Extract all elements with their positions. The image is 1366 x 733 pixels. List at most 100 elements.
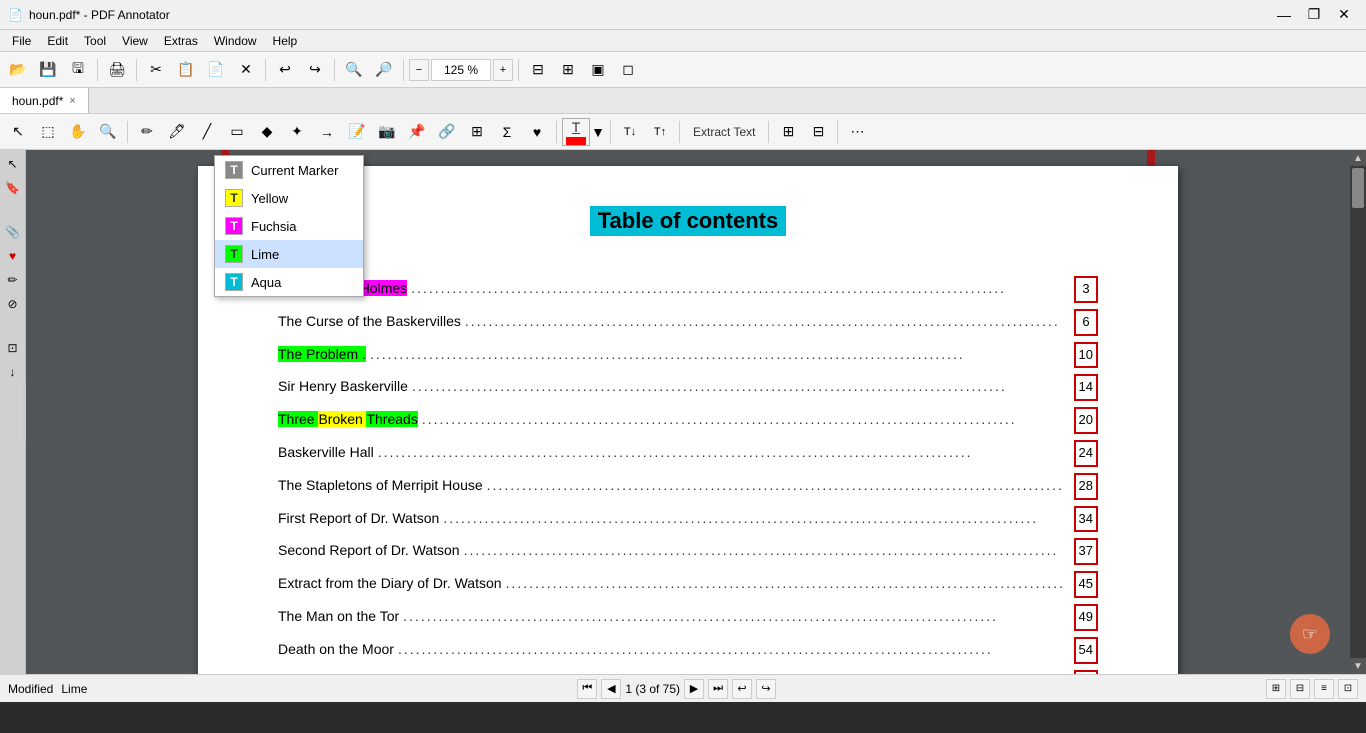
text-size-btn2[interactable]: T↑ <box>646 118 674 146</box>
cut-button[interactable]: ✂ <box>142 56 170 84</box>
sep-a2 <box>556 121 557 143</box>
dropdown-item-yellow[interactable]: T Yellow <box>215 184 363 212</box>
sep1 <box>97 59 98 81</box>
dropdown-item-aqua[interactable]: T Aqua <box>215 268 363 296</box>
delete-button[interactable]: ✕ <box>232 56 260 84</box>
nav-first[interactable]: ⏮ <box>577 679 597 699</box>
select-tool[interactable]: ↖ <box>4 118 32 146</box>
save-button[interactable]: 💾 <box>34 56 62 84</box>
sidebar-pen[interactable]: ✏ <box>3 270 23 290</box>
zoom-plus-button[interactable]: + <box>493 59 513 81</box>
hand-cursor-btn[interactable]: ☞ <box>1290 614 1330 654</box>
link-tool[interactable]: 🔗 <box>433 118 461 146</box>
rect-tool[interactable]: ▭ <box>223 118 251 146</box>
sidebar-note[interactable]: 📎 <box>3 222 23 242</box>
pin-tool[interactable]: 📌 <box>403 118 431 146</box>
stamp-tool[interactable]: ✦ <box>283 118 311 146</box>
nav-prev[interactable]: ◀ <box>601 679 621 699</box>
scroll-down[interactable]: ▼ <box>1350 658 1366 674</box>
tab-houn[interactable]: houn.pdf* × <box>0 88 89 113</box>
toc-entry-title: Death on the Moor <box>278 638 394 660</box>
view4-button[interactable]: ◻ <box>614 56 642 84</box>
toc-entry-title: Second Report of Dr. Watson <box>278 539 460 561</box>
titlebar: 📄 houn.pdf* - PDF Annotator — ❐ ✕ <box>0 0 1366 30</box>
nav-forward[interactable]: ↪ <box>756 679 776 699</box>
menu-view[interactable]: View <box>114 32 156 50</box>
toc-page: 59 <box>1068 670 1098 674</box>
menu-edit[interactable]: Edit <box>39 32 76 50</box>
color-dropdown-btn[interactable]: ▼ <box>591 118 605 146</box>
toc-dots: ........................................… <box>464 539 1064 562</box>
sidebar-arrow[interactable]: ↓ <box>3 362 23 382</box>
dropdown-item-current-marker[interactable]: T Current Marker <box>215 156 363 184</box>
sidebar-stamp[interactable]: ⊡ <box>3 338 23 358</box>
select2-tool[interactable]: ⬚ <box>34 118 62 146</box>
text-size-btn[interactable]: T↓ <box>616 118 644 146</box>
menu-help[interactable]: Help <box>265 32 306 50</box>
view2-button[interactable]: ⊞ <box>554 56 582 84</box>
save-alt-button[interactable]: 🖫 <box>64 56 92 84</box>
pen-tool[interactable]: ✏ <box>133 118 161 146</box>
heart-tool[interactable]: ♥ <box>523 118 551 146</box>
scroll-tool[interactable]: ✋ <box>64 118 92 146</box>
view-btn-2[interactable]: ⊟ <box>1290 679 1310 699</box>
more-btn[interactable]: ⋯ <box>843 118 871 146</box>
zoom-input[interactable]: 125 % <box>431 59 491 81</box>
tab-close[interactable]: × <box>69 95 75 107</box>
textbox-tool[interactable]: ⊞ <box>463 118 491 146</box>
sidebar-cursor[interactable]: ↖ <box>3 154 23 174</box>
scroll-thumb[interactable] <box>1352 168 1364 208</box>
table-row: Fixing the Nets ........................… <box>278 670 1098 674</box>
search2-button[interactable]: 🔎 <box>370 56 398 84</box>
dropdown-label-fuchsia: Fuchsia <box>251 219 297 234</box>
nav-last[interactable]: ⏭ <box>708 679 728 699</box>
toc-dots: ........................................… <box>506 572 1064 595</box>
view3-button[interactable]: ▣ <box>584 56 612 84</box>
print-button[interactable]: 🖨 <box>103 56 131 84</box>
grid2-btn[interactable]: ⊟ <box>804 118 832 146</box>
open-button[interactable]: 📂 <box>4 56 32 84</box>
note-tool[interactable]: 📝 <box>343 118 371 146</box>
nav-next[interactable]: ▶ <box>684 679 704 699</box>
menu-file[interactable]: File <box>4 32 39 50</box>
toc-entry-title: Baskerville Hall <box>278 441 374 463</box>
menubar: File Edit Tool View Extras Window Help <box>0 30 1366 52</box>
dropdown-item-fuchsia[interactable]: T Fuchsia <box>215 212 363 240</box>
undo-button[interactable]: ↩ <box>271 56 299 84</box>
view-btn-3[interactable]: ≡ <box>1314 679 1334 699</box>
grid1-btn[interactable]: ⊞ <box>774 118 802 146</box>
redo-button[interactable]: ↪ <box>301 56 329 84</box>
nav-back[interactable]: ↩ <box>732 679 752 699</box>
sidebar-heart[interactable]: ♥ <box>3 246 23 266</box>
view-btn-1[interactable]: ⊞ <box>1266 679 1286 699</box>
copy-button[interactable]: 📋 <box>172 56 200 84</box>
arrow-tool[interactable]: → <box>313 118 341 146</box>
sep5 <box>403 59 404 81</box>
view1-button[interactable]: ⊟ <box>524 56 552 84</box>
menu-extras[interactable]: Extras <box>156 32 206 50</box>
highlight-tool[interactable]: 🖊 <box>163 118 191 146</box>
search-button[interactable]: 🔍 <box>340 56 368 84</box>
maximize-button[interactable]: ❐ <box>1300 4 1328 26</box>
page-box: 54 <box>1074 637 1098 664</box>
view-btn-4[interactable]: ⊡ <box>1338 679 1358 699</box>
color-btn[interactable]: T̲ <box>562 118 590 146</box>
minimize-button[interactable]: — <box>1270 4 1298 26</box>
shape-tool[interactable]: ◆ <box>253 118 281 146</box>
sidebar-eraser[interactable]: ⊘ <box>3 294 23 314</box>
line-tool[interactable]: ╱ <box>193 118 221 146</box>
paste-button[interactable]: 📄 <box>202 56 230 84</box>
menu-tool[interactable]: Tool <box>76 32 114 50</box>
sep-a4 <box>679 121 680 143</box>
sidebar-bookmark[interactable]: 🔖 <box>3 178 23 198</box>
scroll-up[interactable]: ▲ <box>1350 150 1366 166</box>
camera-tool[interactable]: 📷 <box>373 118 401 146</box>
zoom-tool[interactable]: 🔍 <box>94 118 122 146</box>
sigma-tool[interactable]: Σ <box>493 118 521 146</box>
toc-entry-title: Sir Henry Baskerville <box>278 375 408 397</box>
zoom-minus-button[interactable]: − <box>409 59 429 81</box>
menu-window[interactable]: Window <box>206 32 265 50</box>
app-icon: 📄 <box>8 8 23 22</box>
dropdown-item-lime[interactable]: T Lime <box>215 240 363 268</box>
close-button[interactable]: ✕ <box>1330 4 1358 26</box>
